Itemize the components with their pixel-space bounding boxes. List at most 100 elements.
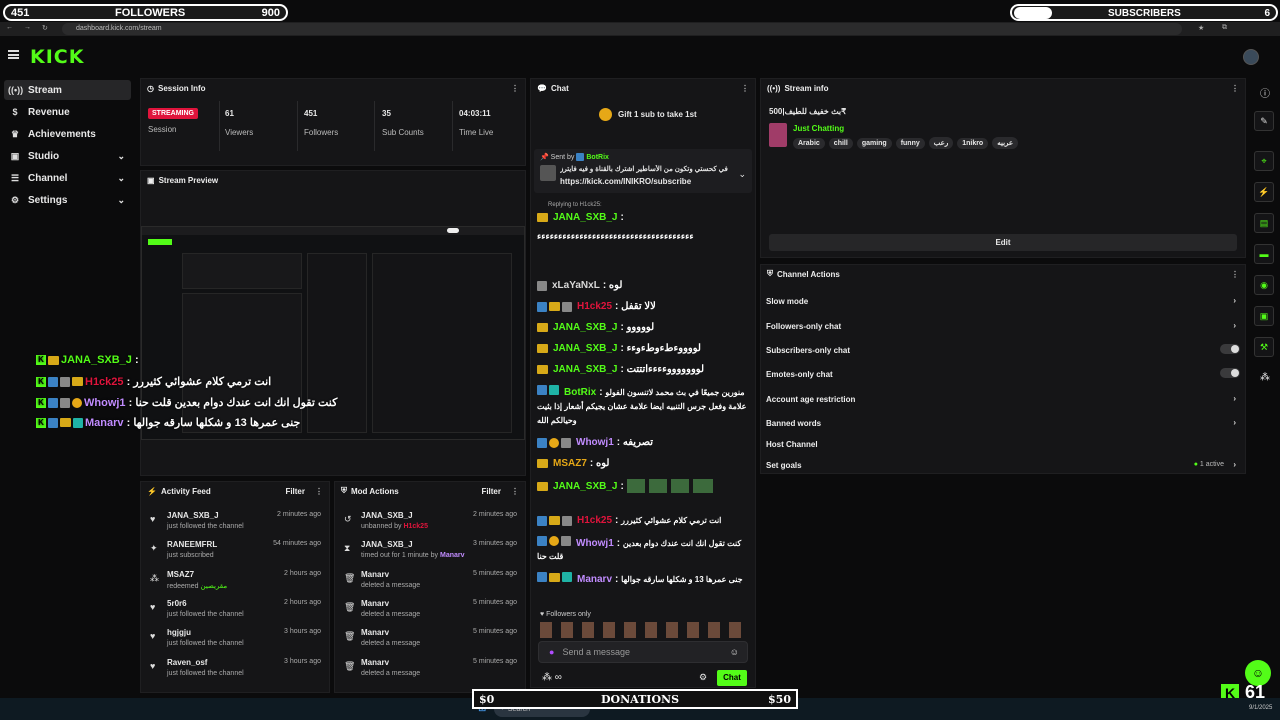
chat-user[interactable]: JANA_SXB_J <box>553 481 617 492</box>
chevron-down-icon[interactable]: ⌄ <box>738 169 746 180</box>
broadcast-icon[interactable]: ◉ <box>1254 275 1274 295</box>
followers-goal-bar: 451 FOLLOWERS 900 <box>3 4 288 21</box>
chat-user[interactable]: H1ck25 <box>577 515 612 526</box>
emoji-icon[interactable]: ☺ <box>730 647 739 657</box>
chat-user[interactable]: MSAZ7 <box>553 458 587 469</box>
item-name: JANA_SXB_J <box>167 511 219 520</box>
infinity-text: ∞ <box>554 672 562 683</box>
menu-icon[interactable] <box>8 50 19 59</box>
chat-user[interactable]: Whowj1 <box>576 538 614 549</box>
app-header <box>0 36 1280 76</box>
reload-icon[interactable]: ↻ <box>42 24 48 32</box>
gift-sub-banner[interactable]: Gift 1 sub to take 1st <box>599 108 697 121</box>
action-slow-mode[interactable]: Slow mode › <box>766 296 1240 306</box>
trash-icon: 🗑 <box>344 602 356 612</box>
info-icon[interactable]: ⓘ <box>1260 85 1270 100</box>
subscribers-only-toggle[interactable] <box>1220 344 1240 354</box>
extensions-icon[interactable]: ⧉ <box>1222 24 1227 32</box>
wrench-icon[interactable]: ⚒ <box>1254 337 1274 357</box>
sidebar-item-channel[interactable]: ☰ Channel ⌄ <box>4 168 131 188</box>
filter-button[interactable]: Filter <box>481 487 501 496</box>
list-item: ✦ RANEEMFRL just subscribed 54 minutes ago <box>141 539 329 568</box>
sidebar-item-label: Settings <box>28 194 68 206</box>
chat-user[interactable]: JANA_SXB_J <box>553 364 617 375</box>
filter-button[interactable]: Filter <box>285 487 305 496</box>
screenshot-icon[interactable]: ⌖ <box>1254 151 1274 171</box>
forward-icon[interactable]: → <box>24 24 31 31</box>
url-bar[interactable]: dashboard.kick.com/stream <box>62 23 1182 35</box>
edit-button[interactable]: Edit <box>769 234 1237 251</box>
gear-icon[interactable]: ⚙ <box>699 672 707 683</box>
pinned-message[interactable]: 📌 Sent by BotRix انا في كحستي وتكون من ا… <box>534 149 752 193</box>
sidebar-item-revenue[interactable]: $ Revenue <box>4 102 131 122</box>
tag[interactable]: chill <box>828 137 853 149</box>
chat-user[interactable]: JANA_SXB_J <box>553 212 617 223</box>
verified-badge-icon <box>48 397 58 408</box>
pinned-link[interactable]: https://kick.com/INIKRO/subscribe <box>560 177 691 186</box>
chat-user[interactable]: JANA_SXB_J <box>553 343 617 354</box>
action-label: Set goals <box>766 461 802 470</box>
verified-badge-icon <box>537 515 547 526</box>
chat-user[interactable]: Manarv <box>577 574 612 585</box>
tag[interactable]: gaming <box>856 137 892 149</box>
panel-title: Channel Actions <box>777 269 840 279</box>
tag[interactable]: 1nikro <box>957 137 989 149</box>
more-icon[interactable]: ⋮ <box>1231 270 1239 279</box>
action-banned-words[interactable]: Banned words › <box>766 418 1240 428</box>
back-icon[interactable]: ← <box>6 24 13 31</box>
sidebar-item-studio[interactable]: ▣ Studio ⌄ <box>4 146 131 166</box>
overlay-user: Whowj1 <box>84 396 126 409</box>
star-icon[interactable]: ★ <box>1198 24 1204 32</box>
clock-icon: ◷ <box>147 83 154 93</box>
channel-icon: ☰ <box>10 172 20 183</box>
tag[interactable]: Arabic <box>793 137 825 149</box>
action-host-channel[interactable]: Host Channel <box>766 440 1240 449</box>
apps-icon[interactable]: ⁂ <box>1260 372 1270 383</box>
panel-title: Stream Preview <box>158 175 219 185</box>
more-icon[interactable]: ⋮ <box>741 84 749 93</box>
tag[interactable]: رعب <box>928 137 954 149</box>
panel-title: Mod Actions <box>351 486 399 496</box>
action-followers-only[interactable]: Followers-only chat › <box>766 321 1240 331</box>
more-icon[interactable]: ⋮ <box>511 84 519 93</box>
sidebar-item-settings[interactable]: ⚙ Settings ⌄ <box>4 190 131 210</box>
verified-badge-icon <box>537 572 547 582</box>
chat-user[interactable]: Whowj1 <box>576 437 614 448</box>
more-icon[interactable]: ⋮ <box>511 487 519 496</box>
followers-label: FOLLOWERS <box>115 7 186 19</box>
lightning-icon[interactable]: ⚡ <box>1254 182 1274 202</box>
more-icon[interactable]: ⋮ <box>1231 84 1239 93</box>
followers-goal: 900 <box>261 7 280 19</box>
emotes-only-toggle[interactable] <box>1220 368 1240 378</box>
action-account-age[interactable]: Account age restriction › <box>766 394 1240 404</box>
avatar[interactable] <box>1243 49 1259 65</box>
card-icon[interactable]: ▣ <box>1254 306 1274 326</box>
chat-input[interactable]: ● Send a message ☺ <box>538 641 748 663</box>
tag[interactable]: عربيه <box>992 137 1019 149</box>
chat-user[interactable]: BotRix <box>564 387 596 398</box>
chat-user[interactable]: xLaYaNxL <box>552 280 600 291</box>
send-chat-button[interactable]: Chat <box>717 670 747 686</box>
document-icon[interactable]: ▤ <box>1254 213 1274 233</box>
verified-badge-icon <box>537 437 547 448</box>
replying-to: Replying to H1ck25: <box>548 202 602 208</box>
more-icon[interactable]: ⋮ <box>315 487 323 496</box>
overlay-text: كنت تقول انك انت عندك دوام بعدين قلت حنا <box>135 397 338 409</box>
chat-icon[interactable]: ▬ <box>1254 244 1274 264</box>
points-icon[interactable]: ⁂ <box>542 672 552 683</box>
action-set-goals[interactable]: Set goals ● 1 active › <box>766 460 1240 470</box>
kick-logo[interactable]: KICK <box>30 46 84 68</box>
edit-icon[interactable]: ✎ <box>1254 111 1274 131</box>
chat-message: H1ck25: لالا تقفل <box>537 301 747 312</box>
sidebar-item-stream[interactable]: ((•)) Stream <box>4 80 131 100</box>
chat-user[interactable]: JANA_SXB_J <box>553 322 617 333</box>
stream-icon: ((•)) <box>8 85 24 95</box>
chat-text: لوه <box>596 458 610 469</box>
chat-user[interactable]: H1ck25 <box>577 301 612 312</box>
list-item: 🗑 Manarv deleted a message 5 minutes ago <box>335 569 525 598</box>
category-name[interactable]: Just Chatting <box>793 124 844 133</box>
tag[interactable]: funny <box>895 137 925 149</box>
emote-picker-row[interactable] <box>540 622 748 638</box>
sidebar-item-achievements[interactable]: ♛ Achievements <box>4 124 131 144</box>
item-desc: deleted a message <box>361 640 421 647</box>
